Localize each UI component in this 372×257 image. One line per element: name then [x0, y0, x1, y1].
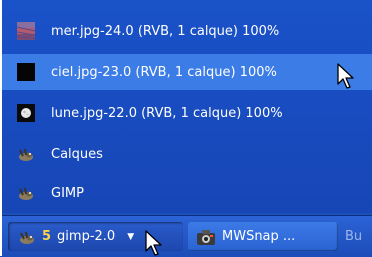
taskbar-button-mwsnap[interactable]: MWSnap ... — [188, 222, 338, 251]
camera-icon — [196, 228, 216, 246]
menu-item-label: lune.jpg-22.0 (RVB, 1 calque) 100% — [51, 105, 283, 121]
menu-item-gimp[interactable]: GIMP — [2, 175, 372, 211]
sky-image-thumbnail-icon — [17, 63, 35, 81]
gimp-wilber-icon — [18, 228, 36, 246]
taskbar-button-label: MWSnap ... — [222, 229, 296, 244]
sea-image-thumbnail-icon — [16, 22, 36, 40]
chevron-down-icon: ▼ — [127, 231, 135, 242]
menu-item-calques[interactable]: Calques — [2, 136, 372, 172]
mouse-pointer-icon — [337, 63, 354, 89]
window-count-badge: 5 — [42, 229, 52, 244]
taskbar: 5 gimp-2.0 ▼ MWSnap ... Bu — [2, 215, 372, 257]
moon-image-thumbnail-icon — [17, 104, 35, 122]
menu-item-label: mer.jpg-24.0 (RVB, 1 calque) 100% — [51, 23, 280, 39]
gimp-wilber-icon — [17, 184, 35, 202]
menu-item-label: ciel.jpg-23.0 (RVB, 1 calque) 100% — [51, 64, 277, 80]
menu-item-label: Calques — [51, 146, 103, 162]
menu-item-mer-jpg[interactable]: mer.jpg-24.0 (RVB, 1 calque) 100% — [2, 13, 372, 49]
taskbar-button-label: Bu — [345, 229, 363, 244]
menu-item-label: GIMP — [51, 185, 84, 201]
gimp-wilber-icon — [17, 145, 35, 163]
menu-item-ciel-jpg[interactable]: ciel.jpg-23.0 (RVB, 1 calque) 100% — [2, 54, 372, 90]
taskbar-button-partial[interactable]: Bu — [345, 222, 372, 251]
taskbar-group-label: gimp-2.0 — [57, 229, 116, 244]
mouse-pointer-icon — [145, 230, 162, 256]
taskbar-group-popup-menu: mer.jpg-24.0 (RVB, 1 calque) 100% ciel.j… — [2, 0, 372, 213]
menu-item-lune-jpg[interactable]: lune.jpg-22.0 (RVB, 1 calque) 100% — [2, 95, 372, 131]
